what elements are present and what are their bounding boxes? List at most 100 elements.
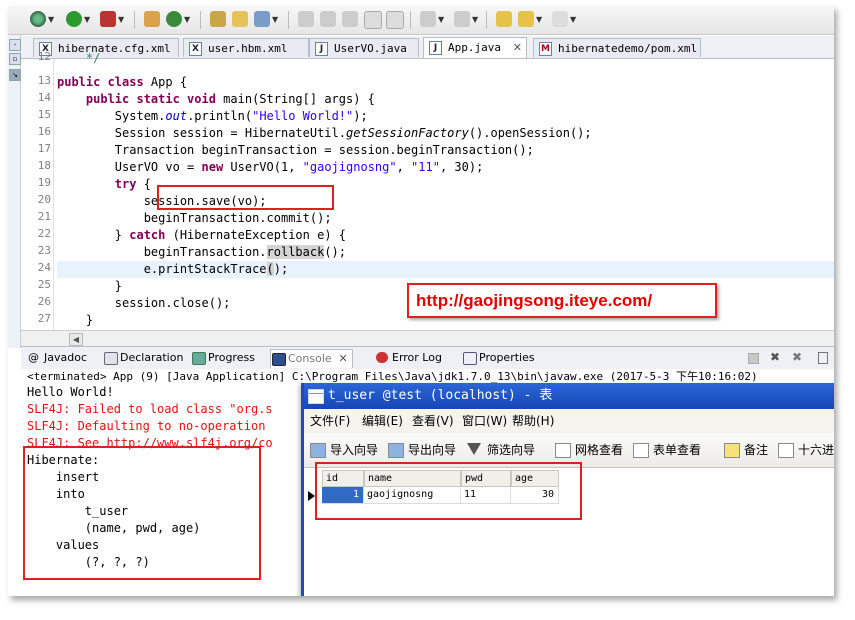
code-text: session.close();	[114, 296, 231, 310]
row-selector-icon[interactable]	[308, 491, 315, 501]
highlight-box-save	[157, 185, 334, 210]
restore-icon[interactable]: ▫	[9, 53, 21, 65]
outline-icon[interactable]: ↘	[9, 69, 21, 81]
chevron-down-icon[interactable]: ▼	[570, 15, 576, 24]
code-line-14: public static void main(String[] args) {	[57, 91, 834, 108]
grid-icon	[555, 443, 571, 458]
remove-all-icon[interactable]: ✖	[792, 351, 804, 363]
code-text: main(String[] args) {	[215, 92, 375, 106]
new-class-icon[interactable]	[166, 11, 182, 27]
chevron-down-icon[interactable]: ▼	[118, 15, 124, 24]
console-line: Hello World!	[27, 385, 114, 399]
hex-button[interactable]: 十六进	[778, 433, 834, 467]
tool-label: 备注	[744, 443, 769, 457]
tab-error-log[interactable]: Error Log	[375, 349, 442, 367]
keyword: public class	[57, 75, 144, 89]
editor-horizontal-scrollbar[interactable]: ◀	[21, 330, 834, 346]
stop-icon[interactable]	[748, 353, 759, 364]
menu-view[interactable]: 查看(V)	[412, 410, 454, 433]
tab-properties[interactable]: Properties	[462, 349, 535, 367]
code-text: ();	[324, 245, 347, 259]
chevron-down-icon[interactable]: ▼	[536, 15, 542, 24]
code-line-17: Transaction beginTransaction = session.b…	[57, 142, 834, 159]
debug-icon[interactable]	[30, 11, 46, 27]
occurrence-highlight: rollback	[266, 245, 325, 259]
back-icon[interactable]	[518, 11, 534, 27]
code-text: e.printStackTrace	[143, 262, 267, 276]
menu-help[interactable]: 帮助(H)	[512, 410, 554, 433]
chevron-down-icon[interactable]: ▼	[84, 15, 90, 24]
paragraph-icon[interactable]	[386, 11, 404, 29]
keyword: public static void	[85, 92, 216, 106]
close-icon[interactable]: ✕	[338, 350, 347, 368]
memo-button[interactable]: 备注	[724, 433, 768, 467]
code-text: UserVO(1,	[223, 160, 303, 174]
tab-declaration[interactable]: Declaration	[103, 349, 183, 367]
code-text: }	[114, 228, 130, 242]
watermark-url: http://gaojingsong.iteye.com/	[407, 283, 717, 318]
left-trim-bar: - ▫ ↘	[8, 35, 21, 348]
field-ref: out	[165, 109, 188, 123]
menu-window[interactable]: 窗口(W)	[462, 410, 507, 433]
pencil-icon[interactable]	[342, 11, 358, 27]
chevron-down-icon[interactable]: ▼	[48, 15, 54, 24]
progress-icon	[192, 352, 206, 365]
open-folder-icon[interactable]	[232, 11, 248, 27]
chevron-down-icon[interactable]: ▼	[438, 15, 444, 24]
line-number: 22	[37, 227, 51, 240]
hex-icon	[778, 443, 794, 458]
tab-console[interactable]: Console ✕	[270, 349, 353, 368]
form-view-button[interactable]: 表单查看	[633, 433, 701, 467]
line-number: 21	[37, 210, 51, 223]
forward-icon[interactable]	[552, 11, 568, 27]
code-line-16: Session session = HibernateUtil.getSessi…	[57, 125, 834, 142]
external-tools-icon[interactable]	[100, 11, 116, 27]
highlight-icon[interactable]	[320, 11, 336, 27]
line-number: 18	[37, 159, 51, 172]
console-line-error: SLF4J: Failed to load class "org.s	[27, 402, 273, 416]
line-number: 19	[37, 176, 51, 189]
line-number: 23	[37, 244, 51, 257]
run-icon[interactable]	[66, 11, 82, 27]
code-line-18: UserVO vo = new UserVO(1, "gaojignosng",…	[57, 159, 834, 176]
code-text: UserVO vo =	[114, 160, 202, 174]
menu-file[interactable]: 文件(F)	[310, 410, 350, 433]
menu-bar: 文件(F) 编辑(E) 查看(V) 窗口(W) 帮助(H)	[304, 410, 834, 433]
keyword: catch	[129, 228, 166, 242]
open-type-icon[interactable]	[210, 11, 226, 27]
menu-edit[interactable]: 编辑(E)	[362, 410, 403, 433]
chevron-down-icon[interactable]: ▼	[272, 15, 278, 24]
new-package-icon[interactable]	[144, 11, 160, 27]
window-title-bar[interactable]: t_user @test (localhost) - 表	[304, 383, 834, 409]
code-text: }	[85, 313, 94, 327]
line-number: 26	[37, 295, 51, 308]
memo-icon	[724, 443, 740, 458]
search-icon[interactable]	[254, 11, 270, 27]
code-line-24-current: e.printStackTrace();	[57, 261, 834, 278]
code-line-22: } catch (HibernateException e) {	[57, 227, 834, 244]
chevron-down-icon[interactable]: ▼	[184, 15, 190, 24]
prev-annotation-icon[interactable]	[454, 11, 470, 27]
code-text: ().openSession();	[468, 126, 592, 140]
at-icon: @	[28, 351, 39, 364]
minimize-icon[interactable]: -	[9, 39, 21, 51]
scroll-left-icon[interactable]: ◀	[69, 333, 83, 346]
code-text: }	[114, 279, 123, 293]
remove-launch-icon[interactable]: ✖	[770, 351, 782, 363]
code-text: beginTransaction.	[143, 245, 267, 259]
tab-progress[interactable]: Progress	[191, 349, 255, 367]
block-icon[interactable]	[364, 11, 382, 29]
table-icon	[308, 389, 324, 404]
last-edit-icon[interactable]	[496, 11, 512, 27]
toolbar-separator	[288, 11, 289, 29]
console-icon	[272, 353, 286, 366]
tab-javadoc[interactable]: @ Javadoc	[27, 349, 87, 367]
console-menu-icon[interactable]	[818, 352, 828, 364]
code-line-12: */	[57, 51, 101, 65]
next-annotation-icon[interactable]	[420, 11, 436, 27]
toolbar-separator	[134, 11, 135, 29]
annotation-icon[interactable]	[298, 11, 314, 27]
chevron-down-icon[interactable]: ▼	[472, 15, 478, 24]
properties-icon	[463, 352, 477, 365]
code-text: App {	[143, 75, 188, 89]
